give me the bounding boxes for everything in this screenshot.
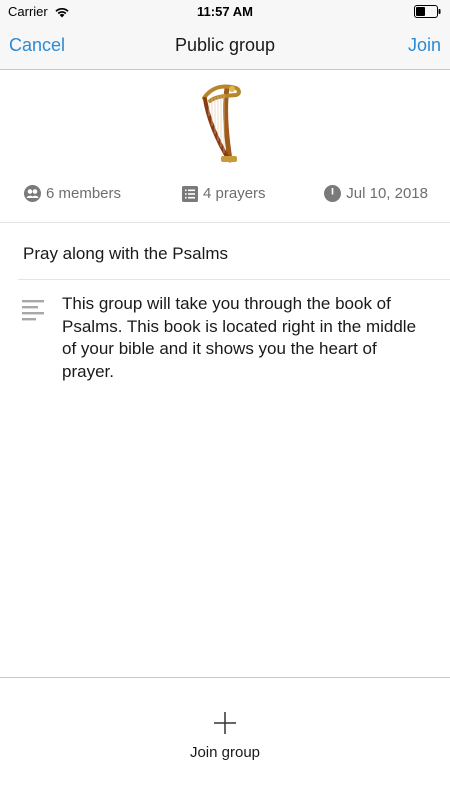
clock-icon [324,185,342,202]
join-group-label: Join group [189,744,261,761]
prayers-count: 4 prayers [203,185,266,202]
created-date: Jul 10, 2018 [346,185,428,202]
divider [0,677,450,678]
plus-icon [214,712,236,734]
join-group-button[interactable]: Join group [175,712,275,772]
text-align-left-icon [22,300,44,327]
members-icon [24,185,41,202]
members-count: 6 members [46,185,122,202]
screen: Carrier 11:57 AM Cancel Public group Joi… [0,0,450,800]
join-button[interactable]: Join [408,35,441,56]
status-time: 11:57 AM [197,4,253,19]
harp-icon [196,84,246,164]
divider [0,222,450,223]
battery-icon [414,5,442,21]
prayers-stat: 4 prayers [182,185,266,202]
group-stats: 6 members 4 prayers Jul 10, 2018 [0,183,450,207]
date-stat: Jul 10, 2018 [324,185,428,202]
status-bar: Carrier 11:57 AM [0,0,450,22]
divider [18,279,450,280]
page-title: Public group [174,35,276,55]
nav-bar: Cancel Public group Join [0,22,450,70]
members-stat: 6 members [24,185,121,202]
group-description: This group will take you through the boo… [62,294,417,381]
list-icon [182,185,198,202]
group-name: Pray along with the Psalms [23,244,229,263]
